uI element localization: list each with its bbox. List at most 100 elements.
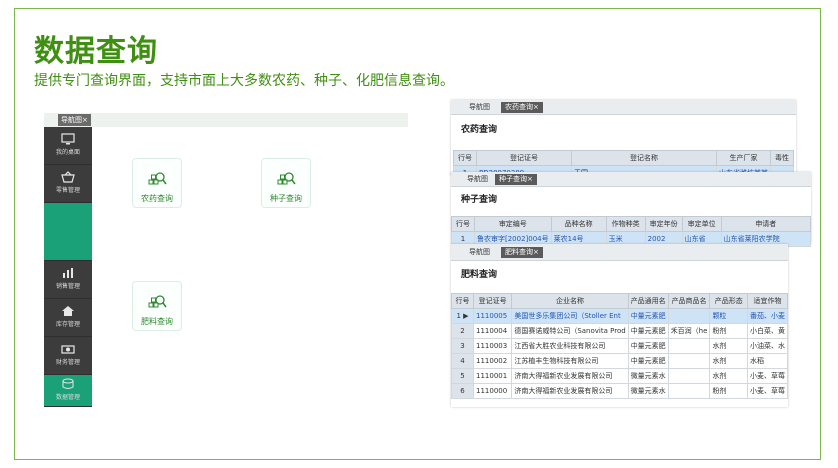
fertilizer-query-window: 导航图 肥料查询× 肥料查询 行号 登记证号 企业名称 产品通用名 产品商品名 … xyxy=(450,244,788,407)
cell: 粉剂 xyxy=(709,323,748,339)
tab-bar: 导航图× xyxy=(44,113,408,127)
cell: 中量元素肥 xyxy=(627,308,669,324)
col-header: 行号 xyxy=(450,293,475,309)
cell xyxy=(667,338,711,354)
col-header[interactable]: 产品通用名 xyxy=(627,293,669,309)
cell: 中量元素肥 xyxy=(627,353,669,369)
sidebar-item-label: 销售管理 xyxy=(55,283,80,290)
cell: 1110002 xyxy=(473,353,513,369)
tab-fertilizer[interactable]: 肥料查询× xyxy=(501,247,543,258)
navigation-screenshot: 导航图× 我的桌面 零售管理 销售管理 库存管理 财务管理 数据管理 农药查询 … xyxy=(44,113,408,407)
sidebar-item-retail[interactable]: 零售管理 xyxy=(44,165,92,203)
row-number: 1 ▶ xyxy=(450,308,475,324)
col-header[interactable]: 企业名称 xyxy=(511,293,629,309)
col-header[interactable]: 作物种类 xyxy=(605,216,646,232)
sidebar-item-label: 数据管理 xyxy=(55,394,80,401)
cell: 德国赛诺威特公司（Sanovita Prod xyxy=(511,323,629,339)
card-label: 肥料查询 xyxy=(141,317,173,326)
seed-query-window: 导航图 种子查询× 种子查询 行号 审定编号 品种名称 作物种类 审定年份 审定… xyxy=(451,172,812,247)
col-header[interactable]: 审定年份 xyxy=(644,216,683,232)
cell: 水剂 xyxy=(709,338,748,354)
row-number: 4 xyxy=(450,353,475,369)
cell: 1110005 xyxy=(473,308,513,324)
sidebar-item-inventory[interactable]: 库存管理 xyxy=(44,299,92,337)
cell: 中量元素肥 xyxy=(627,338,669,354)
cell: 微量元素水 xyxy=(627,368,669,384)
cell: 水剂 xyxy=(709,368,748,384)
col-header[interactable]: 审定编号 xyxy=(474,216,552,232)
sidebar-item-label: 库存管理 xyxy=(55,321,80,328)
col-header[interactable]: 生产厂家 xyxy=(716,150,771,166)
col-header[interactable]: 申请者 xyxy=(720,216,812,232)
tab-navigation[interactable]: 导航图 xyxy=(465,247,494,258)
cell: 1110004 xyxy=(473,323,513,339)
seed-table: 行号 审定编号 品种名称 作物种类 审定年份 审定单位 申请者 1 鲁农审字[2… xyxy=(451,216,812,247)
seed-query-card[interactable]: 种子查询 xyxy=(261,158,311,208)
col-header[interactable]: 登记证号 xyxy=(473,293,513,309)
home-icon xyxy=(61,305,75,317)
sidebar-item-desktop[interactable]: 我的桌面 xyxy=(44,127,92,165)
row-number: 3 xyxy=(450,338,475,354)
sidebar-item-finance[interactable]: 财务管理 xyxy=(44,337,92,375)
col-header: 行号 xyxy=(451,216,475,232)
cell: 粉剂 xyxy=(709,383,748,399)
cell: 小麦、草莓 xyxy=(747,383,788,399)
window-title: 肥料查询 xyxy=(461,270,498,280)
cell xyxy=(667,368,711,384)
tab-seed[interactable]: 种子查询× xyxy=(495,174,537,185)
page-subtitle: 提供专门查询界面，支持市面上大多数农药、种子、化肥信息查询。 xyxy=(34,73,454,89)
basket-icon xyxy=(61,171,75,183)
table-header: 行号 审定编号 品种名称 作物种类 审定年份 审定单位 申请者 xyxy=(451,216,812,232)
cell: 禾百润（he xyxy=(667,323,711,339)
col-header[interactable]: 毒性 xyxy=(770,150,794,166)
card-label: 农药查询 xyxy=(141,194,173,203)
sidebar-item-sales[interactable]: 销售管理 xyxy=(44,261,92,299)
close-icon[interactable]: × xyxy=(82,116,88,124)
cell xyxy=(667,383,711,399)
cell: 1110001 xyxy=(473,368,513,384)
tab-navigation[interactable]: 导航图 xyxy=(463,174,492,185)
cell xyxy=(667,353,711,369)
table-row[interactable]: 5 1110001 济南大得福新农业发展有限公司 微量元素水 水剂 小麦、草莓 xyxy=(450,368,788,384)
tab-navigation[interactable]: 导航图 xyxy=(465,102,494,113)
tab-pesticide[interactable]: 农药查询× xyxy=(501,102,543,113)
pesticide-query-window: 导航图 农药查询× 农药查询 行号 登记证号 登记名称 生产厂家 毒性 1 PD… xyxy=(451,100,796,181)
tab-navigation[interactable]: 导航图× xyxy=(58,114,91,126)
col-header[interactable]: 审定单位 xyxy=(681,216,722,232)
sidebar-item-label: 财务管理 xyxy=(55,359,80,366)
card-label: 种子查询 xyxy=(270,194,302,203)
table-row[interactable]: 3 1110003 江西省大胜农业科技有限公司 中量元素肥 水剂 小油菜、水 xyxy=(450,338,788,354)
window-title: 农药查询 xyxy=(461,125,498,135)
table-row[interactable]: 2 1110004 德国赛诺威特公司（Sanovita Prod 中量元素肥 禾… xyxy=(450,323,788,339)
table-header: 行号 登记证号 登记名称 生产厂家 毒性 xyxy=(453,150,794,166)
cell: 小白菜、黄 xyxy=(747,323,788,339)
cell: 美国世多乐集团公司（Stoller Ent xyxy=(511,308,629,324)
col-header[interactable]: 登记证号 xyxy=(476,150,572,166)
row-number: 2 xyxy=(450,323,475,339)
tab-label: 导航图 xyxy=(61,116,82,124)
page-title: 数据查询 xyxy=(34,34,158,69)
cell: 小油菜、水 xyxy=(747,338,788,354)
table-row[interactable]: 4 1110002 江苏植丰生物科技有限公司 中量元素肥 水剂 水稻 xyxy=(450,353,788,369)
table-row[interactable]: 6 1110000 济南大得福新农业发展有限公司 微量元素水 粉剂 小麦、草莓 xyxy=(450,383,788,399)
sidebar: 我的桌面 零售管理 销售管理 库存管理 财务管理 数据管理 xyxy=(44,127,92,407)
cell: 微量元素水 xyxy=(627,383,669,399)
col-header[interactable]: 产品商品名 xyxy=(667,293,711,309)
col-header[interactable]: 登记名称 xyxy=(571,150,717,166)
pesticide-query-card[interactable]: 农药查询 xyxy=(132,158,182,208)
pesticide-search-icon xyxy=(146,169,168,191)
chart-icon xyxy=(61,267,75,279)
seed-search-icon xyxy=(275,169,297,191)
col-header[interactable]: 适宜作物 xyxy=(747,293,788,309)
col-header[interactable]: 品种名称 xyxy=(550,216,607,232)
sidebar-item-active[interactable] xyxy=(44,203,92,261)
tab-bar: 导航图 农药查询× xyxy=(451,100,796,115)
fertilizer-search-icon xyxy=(146,292,168,314)
row-number: 6 xyxy=(450,383,475,399)
sidebar-item-data[interactable]: 数据管理 xyxy=(44,375,92,407)
table-row[interactable]: 1 ▶ 1110005 美国世多乐集团公司（Stoller Ent 中量元素肥 … xyxy=(450,308,788,324)
cell: 1110000 xyxy=(473,383,513,399)
col-header[interactable]: 产品形态 xyxy=(709,293,748,309)
fertilizer-query-card[interactable]: 肥料查询 xyxy=(132,281,182,331)
tab-bar: 导航图 种子查询× xyxy=(451,172,811,187)
